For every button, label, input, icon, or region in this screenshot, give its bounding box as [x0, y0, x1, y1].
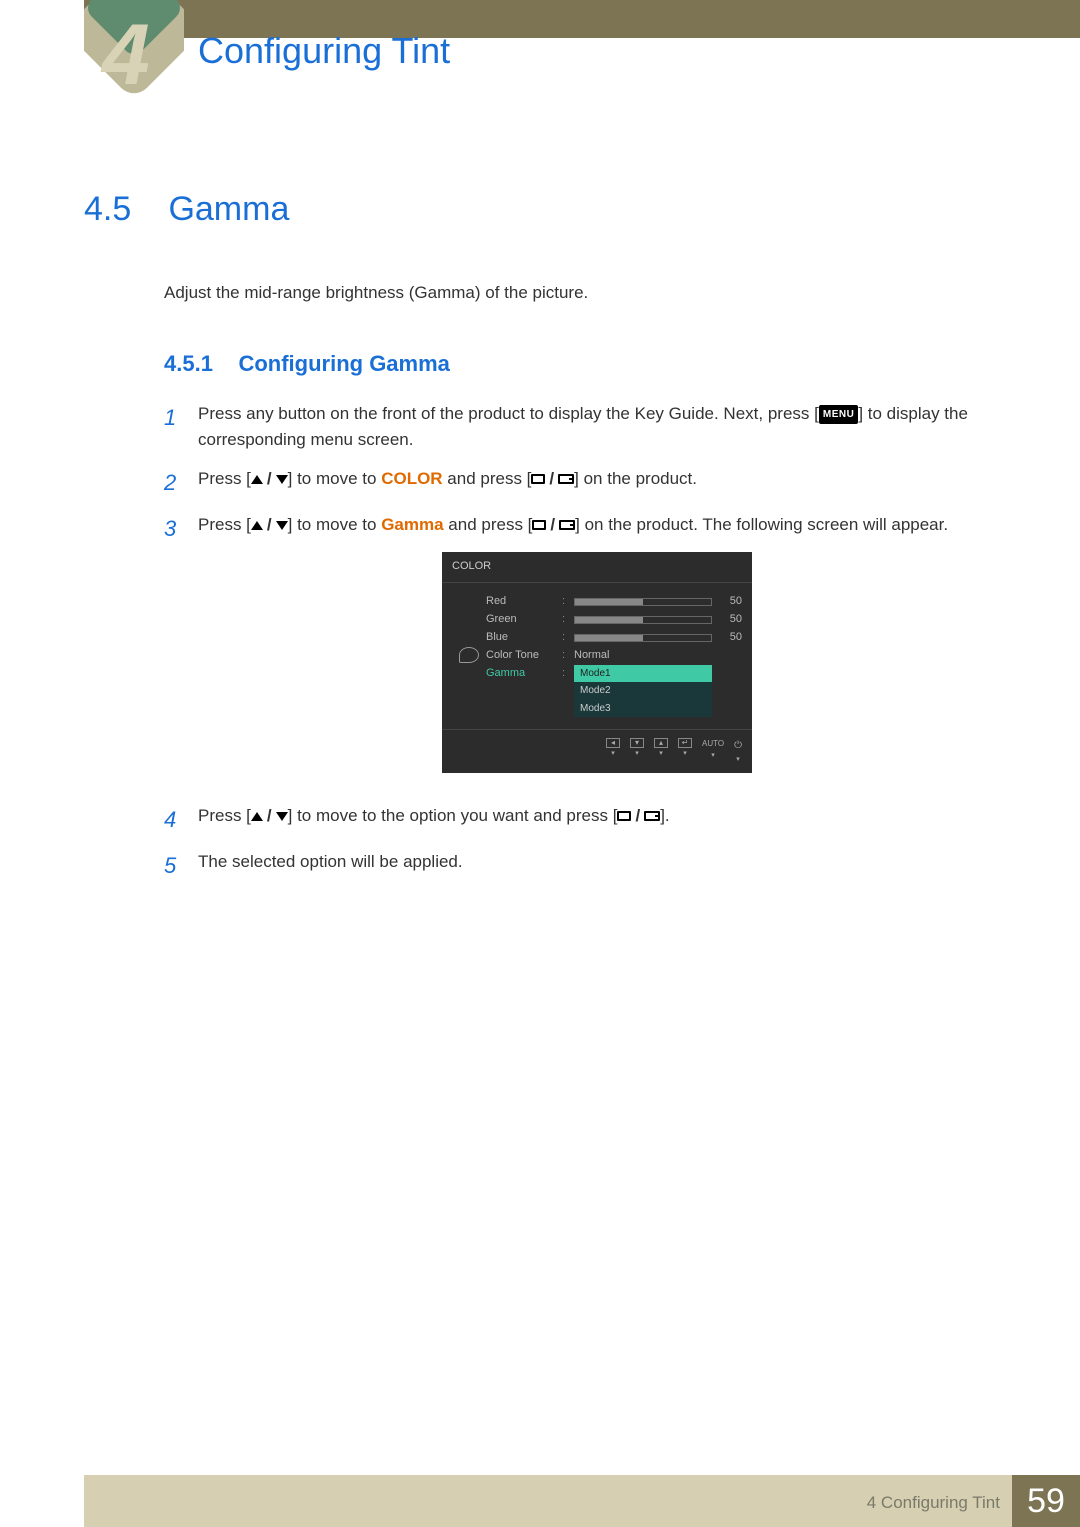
step-5: 5 The selected option will be applied.: [164, 849, 996, 883]
osd-nav-bar: ◂▾ ▾▾ ▴▾ ↵▾ AUTO▾ ⏻▾: [442, 729, 752, 769]
page-number: 59: [1012, 1475, 1080, 1527]
step-number: 5: [164, 849, 198, 883]
osd-label: Color Tone: [486, 647, 556, 664]
osd-slider: [574, 634, 712, 642]
step-1: 1 Press any button on the front of the p…: [164, 401, 996, 454]
osd-label: Green: [486, 611, 556, 628]
step-text: ] to move to: [288, 469, 382, 488]
step-number: 2: [164, 466, 198, 500]
step-4: 4 Press [/] to move to the option you wa…: [164, 803, 996, 837]
step-body: Press [/] to move to COLOR and press [/]…: [198, 466, 996, 500]
steps-list: 1 Press any button on the front of the p…: [164, 401, 996, 883]
up-down-icon: /: [251, 466, 288, 492]
step-text: Press [: [198, 806, 251, 825]
step-number: 4: [164, 803, 198, 837]
page-title: Configuring Tint: [198, 30, 450, 72]
osd-label: Gamma: [486, 665, 556, 682]
enter-icon: /: [532, 512, 575, 538]
enter-icon: /: [617, 803, 660, 829]
osd-row-blue: Blue : 50: [486, 629, 742, 647]
subsection-number: 4.5.1: [164, 351, 234, 377]
osd-nav-auto: AUTO▾: [702, 738, 724, 763]
step-body: The selected option will be applied.: [198, 849, 996, 883]
keyword-color: COLOR: [381, 469, 442, 488]
step-text: and press [: [443, 469, 532, 488]
osd-slider: [574, 616, 712, 624]
step-body: Press [/] to move to the option you want…: [198, 803, 996, 837]
section-heading: 4.5 Gamma: [84, 190, 996, 229]
footer-chapter-num: 4: [867, 1493, 876, 1512]
osd-nav-up-icon: ▴▾: [654, 738, 668, 763]
step-body: Press any button on the front of the pro…: [198, 401, 996, 454]
footer-chapter-title: Configuring Tint: [881, 1493, 1000, 1512]
step-text: ] to move to the option you want and pre…: [288, 806, 618, 825]
step-2: 2 Press [/] to move to COLOR and press […: [164, 466, 996, 500]
gamma-option-mode2: Mode2: [574, 682, 712, 700]
left-margin: [0, 0, 84, 1527]
footer-caption: 4 Configuring Tint: [867, 1493, 1000, 1513]
osd-rows: Red : 50 Green : 50: [486, 593, 742, 718]
menu-icon: MENU: [819, 405, 858, 425]
osd-panel: COLOR Red : 50: [442, 552, 752, 772]
content-area: 4.5 Gamma Adjust the mid-range brightnes…: [84, 190, 996, 895]
osd-row-red: Red : 50: [486, 593, 742, 611]
osd-slider: [574, 598, 712, 606]
section-number: 4.5: [84, 190, 164, 229]
step-number: 3: [164, 512, 198, 791]
osd-label: Blue: [486, 629, 556, 646]
up-down-icon: /: [251, 803, 288, 829]
osd-row-gamma: Gamma : Mode1 Mode2 Mode3: [486, 665, 742, 718]
subsection-title: Configuring Gamma: [238, 351, 449, 376]
step-3: 3 Press [/] to move to Gamma and press […: [164, 512, 996, 791]
step-text: and press [: [444, 515, 533, 534]
step-body: Press [/] to move to Gamma and press [/]…: [198, 512, 996, 791]
osd-label: Red: [486, 593, 556, 610]
gamma-options: Mode1 Mode2 Mode3: [574, 665, 712, 718]
step-text: Press [: [198, 469, 251, 488]
osd-category-icon: [452, 593, 486, 718]
osd-nav-enter-icon: ↵▾: [678, 738, 692, 763]
osd-value: 50: [718, 593, 742, 610]
osd-row-color-tone: Color Tone : Normal: [486, 647, 742, 665]
section-title: Gamma: [168, 190, 289, 228]
osd-nav-power-icon: ⏻▾: [734, 738, 742, 763]
osd-body: Red : 50 Green : 50: [442, 583, 752, 722]
step-text: ] on the product.: [574, 469, 697, 488]
chapter-number-decor: 4: [102, 6, 150, 105]
step-text: ].: [660, 806, 669, 825]
step-number: 1: [164, 401, 198, 454]
gamma-option-mode3: Mode3: [574, 700, 712, 718]
keyword-gamma: Gamma: [381, 515, 443, 534]
enter-icon: /: [531, 466, 574, 492]
section-intro: Adjust the mid-range brightness (Gamma) …: [164, 283, 996, 303]
osd-nav-left-icon: ◂▾: [606, 738, 620, 763]
subsection-heading: 4.5.1 Configuring Gamma: [164, 351, 996, 377]
gamma-option-mode1: Mode1: [574, 665, 712, 683]
up-down-icon: /: [251, 512, 288, 538]
step-text: ] on the product. The following screen w…: [575, 515, 948, 534]
osd-value: Normal: [574, 647, 712, 664]
osd-row-green: Green : 50: [486, 611, 742, 629]
osd-nav-down-icon: ▾▾: [630, 738, 644, 763]
palette-icon: [459, 647, 479, 663]
step-text: Press [: [198, 515, 251, 534]
step-text: ] to move to: [288, 515, 382, 534]
osd-title: COLOR: [442, 552, 752, 582]
osd-value: 50: [718, 611, 742, 628]
step-text: Press any button on the front of the pro…: [198, 404, 819, 423]
osd-value: 50: [718, 629, 742, 646]
